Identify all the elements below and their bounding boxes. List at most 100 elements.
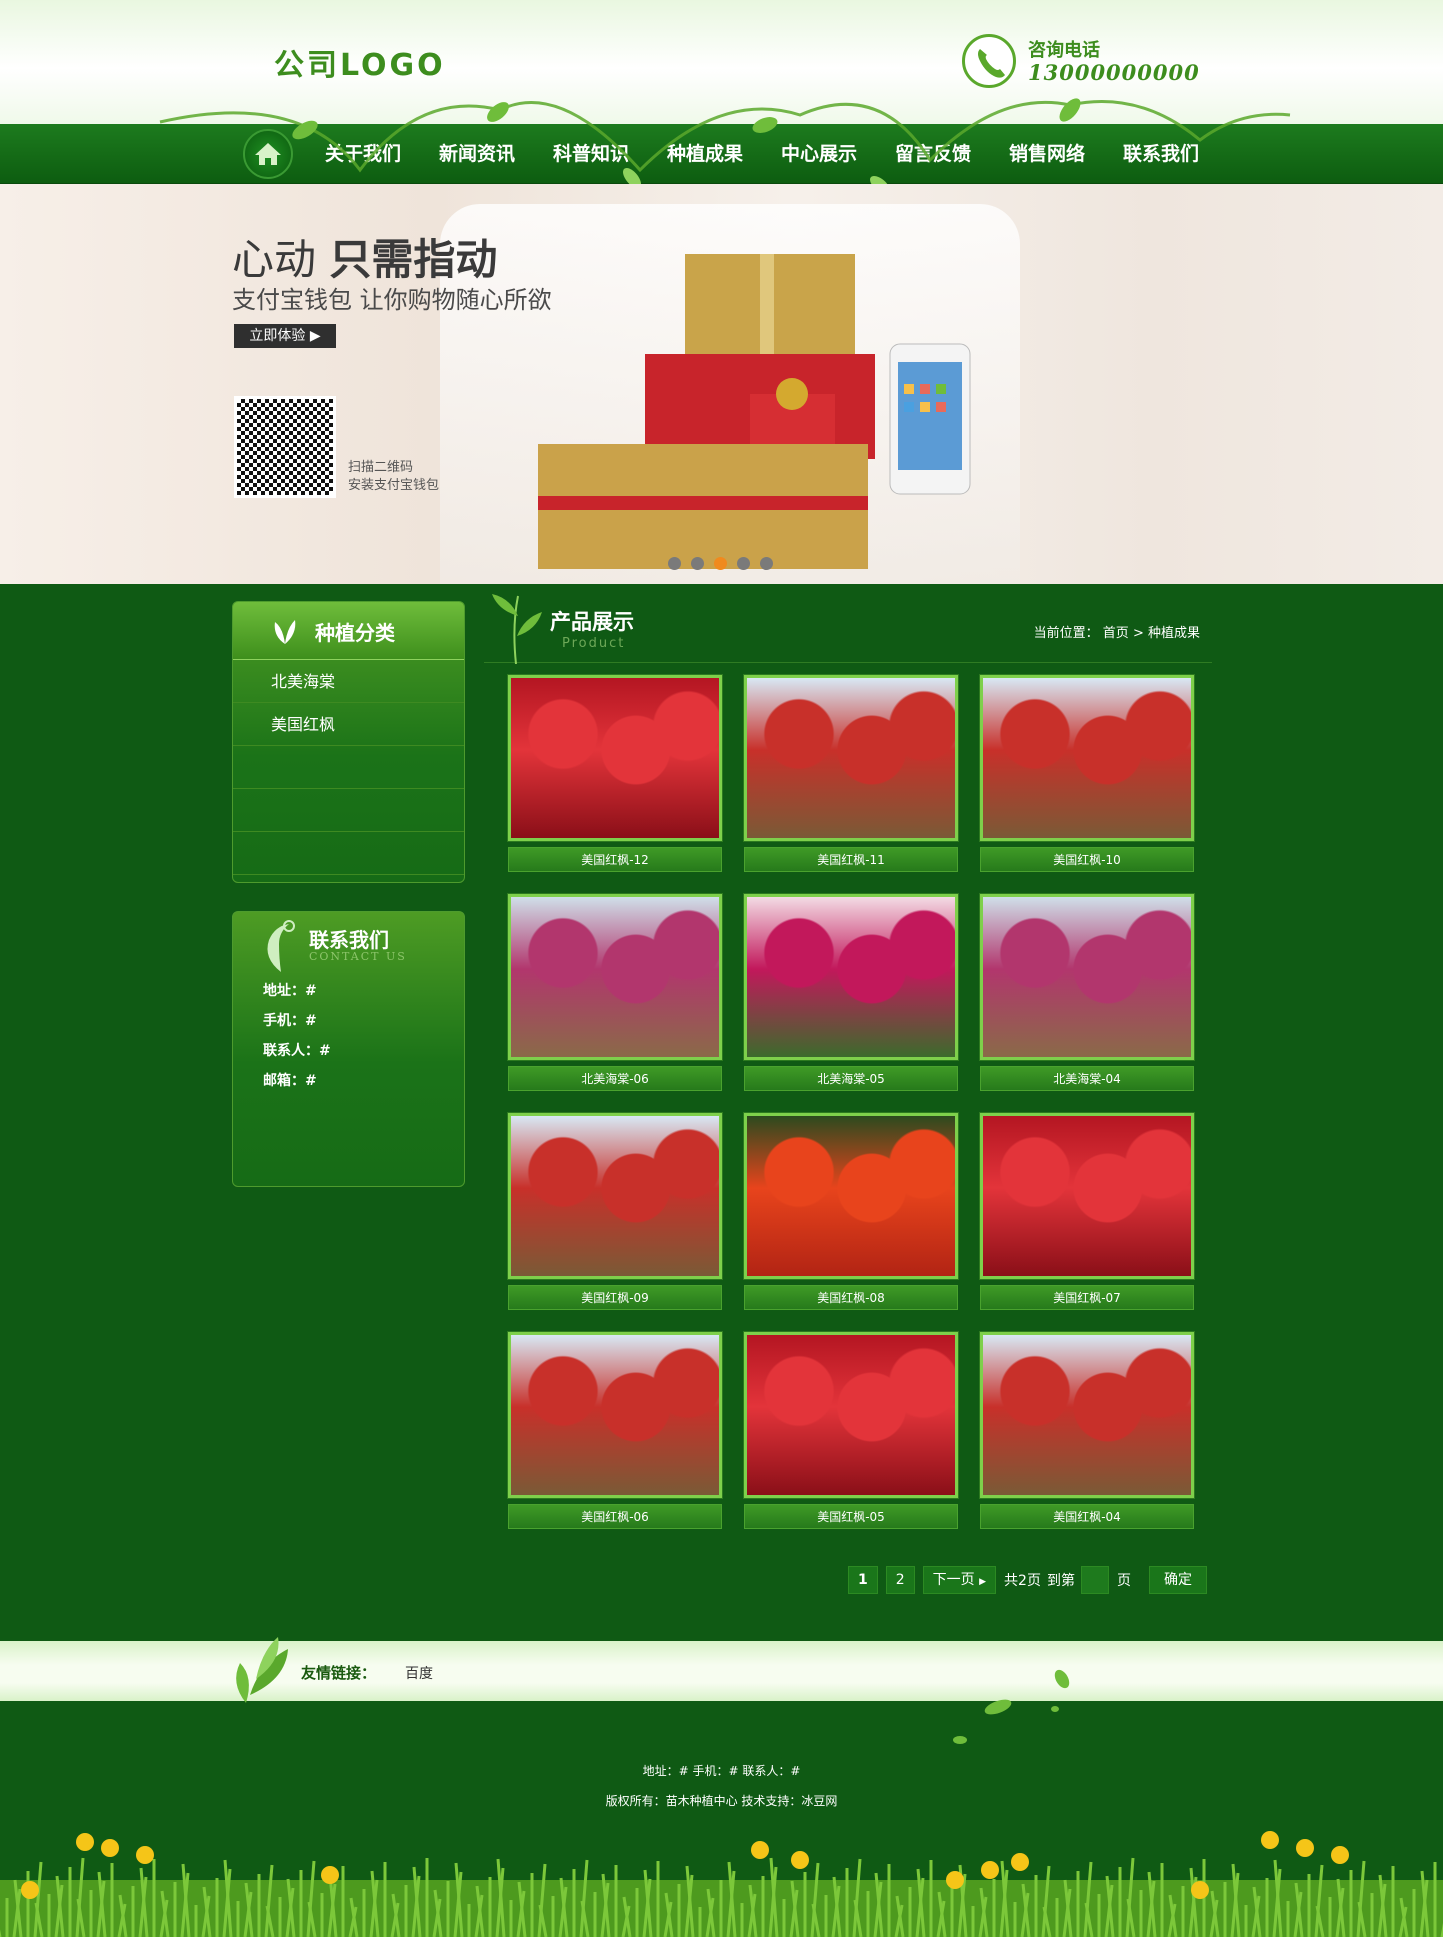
hotline-number: 13000000000 <box>1028 60 1200 85</box>
product-caption[interactable]: 美国红枫-06 <box>508 1504 722 1529</box>
site-header: 公司LOGO 咨询电话 13000000000 <box>0 0 1443 124</box>
qr-code-image <box>234 396 336 498</box>
product-image[interactable] <box>508 1113 722 1279</box>
footer-contact: 地址：# 手机：# 联系人：# <box>642 1764 801 1778</box>
product-card[interactable]: 美国红枫-08 <box>744 1113 958 1310</box>
category-item-red-maple[interactable]: 美国红枫 <box>233 703 464 746</box>
breadcrumb: 当前位置： 首页 > 种植成果 <box>1034 622 1200 641</box>
product-section-header: 产品展示 Product 当前位置： 首页 > 种植成果 <box>484 586 1212 664</box>
category-panel-header: 种植分类 <box>233 602 464 660</box>
category-item-empty <box>233 832 464 875</box>
slide-dot-1[interactable] <box>668 557 681 570</box>
product-image[interactable] <box>508 1332 722 1498</box>
product-card[interactable]: 美国红枫-09 <box>508 1113 722 1310</box>
next-page-label: 下一页 <box>932 1572 975 1588</box>
product-caption[interactable]: 美国红枫-07 <box>980 1285 1194 1310</box>
phone-icon <box>962 34 1016 88</box>
contact-email: 邮箱：# <box>263 1073 317 1089</box>
leaf-icon <box>274 620 296 644</box>
slide-dot-4[interactable] <box>737 557 750 570</box>
nav-item-showcase[interactable]: 中心展示 <box>762 124 876 184</box>
goto-page-input[interactable] <box>1080 1566 1109 1594</box>
nav-item-results[interactable]: 种植成果 <box>648 124 762 184</box>
product-caption[interactable]: 美国红枫-11 <box>744 847 958 872</box>
product-card[interactable]: 美国红枫-11 <box>744 675 958 872</box>
slide-dot-5[interactable] <box>760 557 773 570</box>
falling-leaves-decoration <box>953 1669 1070 1744</box>
product-card[interactable]: 美国红枫-04 <box>980 1332 1194 1529</box>
qr-caption: 扫描二维码 安装支付宝钱包 <box>348 459 439 495</box>
banner-title-bold: 只需指动 <box>329 235 498 284</box>
nav-item-science[interactable]: 科普知识 <box>534 124 648 184</box>
total-pages: 共2页 <box>1004 1573 1041 1589</box>
page-1-button[interactable]: 1 <box>848 1566 878 1594</box>
hero-banner[interactable]: 心动 只需指动 支付宝钱包 让你购物随心所欲 立即体验 ▶ 扫描二维码 安装支付… <box>0 184 1443 584</box>
try-now-button[interactable]: 立即体验 ▶ <box>234 324 336 348</box>
page-2-button[interactable]: 2 <box>885 1566 915 1594</box>
confirm-button[interactable]: 确定 <box>1148 1566 1207 1594</box>
product-image[interactable] <box>980 1332 1194 1498</box>
play-arrow-icon: ▶ <box>309 328 321 344</box>
product-card[interactable]: 美国红枫-07 <box>980 1113 1194 1310</box>
hotline: 咨询电话 13000000000 <box>962 34 1199 90</box>
breadcrumb-home[interactable]: 首页 <box>1103 626 1129 641</box>
product-card[interactable]: 美国红枫-10 <box>980 675 1194 872</box>
product-card[interactable]: 美国红枫-05 <box>744 1332 958 1529</box>
nav-menu: 关于我们 新闻资讯 科普知识 种植成果 中心展示 留言反馈 销售网络 联系我们 <box>306 124 1218 184</box>
goto-label: 到第 <box>1046 1573 1075 1589</box>
product-image[interactable] <box>980 894 1194 1060</box>
banner-title-light: 心动 <box>232 235 317 284</box>
pagination: 1 2 下一页 ▶ 共2页 到第 页 确定 <box>848 1566 1215 1594</box>
product-caption[interactable]: 美国红枫-09 <box>508 1285 722 1310</box>
qr-caption-line1: 扫描二维码 <box>348 460 414 475</box>
product-caption[interactable]: 美国红枫-04 <box>980 1504 1194 1529</box>
product-caption[interactable]: 美国红枫-08 <box>744 1285 958 1310</box>
product-image[interactable] <box>744 675 958 841</box>
nav-item-contact[interactable]: 联系我们 <box>1104 124 1218 184</box>
category-panel: 种植分类 北美海棠 美国红枫 <box>232 601 465 883</box>
product-caption[interactable]: 北美海棠-04 <box>980 1066 1194 1091</box>
product-caption[interactable]: 美国红枫-10 <box>980 847 1194 872</box>
slide-dot-3[interactable] <box>714 557 727 570</box>
product-image[interactable] <box>744 894 958 1060</box>
category-item-empty <box>233 746 464 789</box>
product-caption[interactable]: 北美海棠-05 <box>744 1066 958 1091</box>
product-image[interactable] <box>980 675 1194 841</box>
leaves-icon <box>236 1637 288 1703</box>
banner-subtitle: 支付宝钱包 让你购物随心所欲 <box>232 286 552 314</box>
page-unit: 页 <box>1116 1573 1131 1589</box>
product-card[interactable]: 美国红枫-06 <box>508 1332 722 1529</box>
home-button[interactable] <box>243 129 293 179</box>
slide-dot-2[interactable] <box>691 557 704 570</box>
breadcrumb-label: 当前位置： <box>1033 626 1099 641</box>
product-image[interactable] <box>980 1113 1194 1279</box>
breadcrumb-current[interactable]: 种植成果 <box>1148 626 1200 641</box>
next-page-button[interactable]: 下一页 ▶ <box>922 1566 997 1594</box>
nav-item-about[interactable]: 关于我们 <box>306 124 420 184</box>
product-caption[interactable]: 美国红枫-05 <box>744 1504 958 1529</box>
nav-item-news[interactable]: 新闻资讯 <box>420 124 534 184</box>
nav-item-feedback[interactable]: 留言反馈 <box>876 124 990 184</box>
product-caption[interactable]: 美国红枫-12 <box>508 847 722 872</box>
product-card[interactable]: 北美海棠-06 <box>508 894 722 1091</box>
company-logo[interactable]: 公司LOGO <box>274 40 446 84</box>
product-card[interactable]: 北美海棠-04 <box>980 894 1194 1091</box>
qr-caption-line2: 安装支付宝钱包 <box>348 478 440 493</box>
product-image[interactable] <box>508 894 722 1060</box>
contact-panel-header: 联系我们 CONTACT US <box>233 912 464 976</box>
category-item-crabapple[interactable]: 北美海棠 <box>233 660 464 703</box>
product-image[interactable] <box>744 1332 958 1498</box>
plant-sprout-icon <box>492 594 542 664</box>
nav-item-sales[interactable]: 销售网络 <box>990 124 1104 184</box>
friend-link-baidu[interactable]: 百度 <box>405 1663 433 1683</box>
product-image[interactable] <box>508 675 722 841</box>
product-caption[interactable]: 北美海棠-06 <box>508 1066 722 1091</box>
product-image[interactable] <box>744 1113 958 1279</box>
category-title: 种植分类 <box>315 621 395 645</box>
caret-right-icon: ▶ <box>979 1577 987 1587</box>
product-card[interactable]: 美国红枫-12 <box>508 675 722 872</box>
breadcrumb-separator: > <box>1132 626 1144 641</box>
contact-title: 联系我们 <box>309 928 389 952</box>
product-card[interactable]: 北美海棠-05 <box>744 894 958 1091</box>
try-now-label: 立即体验 <box>249 328 306 344</box>
